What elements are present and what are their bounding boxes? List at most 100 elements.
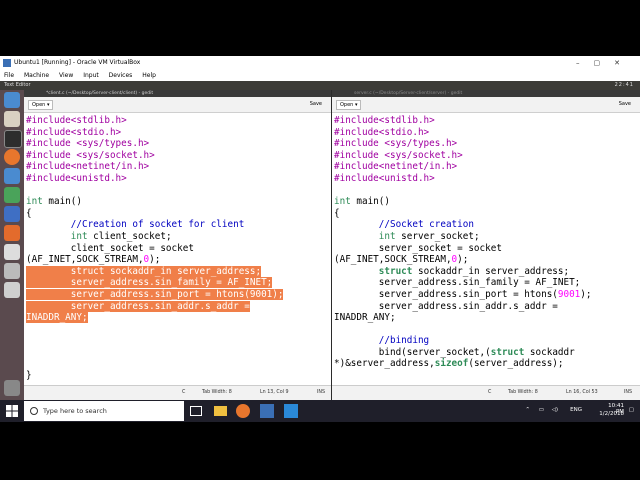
menu-file[interactable]: File (4, 72, 14, 79)
menu-help[interactable]: Help (142, 72, 156, 79)
search-icon (30, 407, 38, 415)
unity-app-title: Text Editor (4, 82, 31, 88)
unity-top-panel: Text Editor 22:41 (0, 81, 640, 90)
left-save-button[interactable]: Save (307, 100, 325, 108)
right-code-line (332, 324, 640, 336)
right-code-line: { (334, 207, 340, 219)
unity-launcher (0, 90, 24, 400)
right-code-line: //binding (378, 335, 430, 347)
left-code-line: #include<netinet/in.h> (26, 161, 150, 173)
trash-icon[interactable] (4, 380, 20, 396)
menu-machine[interactable]: Machine (24, 72, 49, 79)
right-code-line: #include <sys/types.h> (334, 138, 458, 150)
right-code-line: #include<unistd.h> (334, 172, 435, 184)
virtualbox-window: Ubuntu1 [Running] - Oracle VM VirtualBox… (0, 56, 640, 400)
search-placeholder: Type here to search (43, 407, 107, 415)
left-code-line: int client_socket; (70, 230, 172, 242)
right-code-line: bind(server_socket,(struct sockaddr (334, 346, 575, 358)
right-code-area[interactable]: #include<stdlib.h> #include<stdio.h> #incl… (332, 115, 640, 386)
right-code-line: int server_socket; (378, 230, 480, 242)
right-gedit-window: server.c (~/Desktop/Server-client/server… (332, 90, 640, 400)
firefox-icon[interactable] (4, 149, 20, 165)
left-code-line: (AF_INET,SOCK_STREAM,0); (26, 254, 161, 266)
virtualbox-icon (3, 59, 11, 67)
tray-language[interactable]: ENG (570, 407, 582, 413)
settings-icon[interactable] (4, 263, 20, 279)
left-code-line: #include <sys/types.h> (26, 138, 150, 150)
right-status-pos[interactable]: Ln 16, Col 53 (566, 386, 598, 400)
left-code-line: struct sockaddr_in server_address; (26, 265, 262, 277)
left-status-mode: INS (317, 390, 326, 395)
tray-chevron-icon[interactable]: ⌃ (525, 407, 530, 413)
notification-icon[interactable]: ▢ (629, 407, 634, 413)
left-code-line: #include<stdio.h> (26, 126, 122, 138)
left-status-lang[interactable]: C (182, 386, 185, 400)
right-code-line (332, 185, 640, 197)
right-code-line: #include<stdio.h> (334, 126, 430, 138)
terminal-icon[interactable] (4, 130, 22, 148)
right-status-bar: C Tab Width: 8 Ln 16, Col 53 INS (332, 385, 640, 400)
left-code-area[interactable]: #include<stdlib.h> #include<stdio.h> #incl… (24, 115, 331, 386)
tray-date[interactable]: 1/2/2018 (599, 411, 624, 417)
libreoffice-calc-icon[interactable] (4, 187, 20, 203)
left-code-line: #include<stdlib.h> (26, 115, 127, 126)
menu-devices[interactable]: Devices (109, 72, 133, 79)
volume-icon[interactable]: ◁) (552, 407, 558, 413)
right-code-line: INADDR_ANY; (334, 312, 396, 324)
vbox-titlebar: Ubuntu1 [Running] - Oracle VM VirtualBox… (0, 56, 640, 71)
video-letterbox-bottom (0, 422, 640, 480)
right-status-lang[interactable]: C (488, 386, 491, 400)
right-code-line: //Socket creation (378, 219, 474, 231)
text-editor-icon[interactable] (4, 111, 20, 127)
right-open-label: Open (340, 102, 354, 108)
virtualbox-taskbar-icon[interactable] (260, 404, 274, 418)
left-code-line: INADDR_ANY; (26, 312, 88, 324)
right-editor-toolbar: Open ▾ Save (332, 97, 640, 113)
gedit-active-icon[interactable] (4, 282, 20, 298)
right-editor-title: server.c (~/Desktop/Server-client/server… (332, 90, 640, 97)
right-save-button[interactable]: Save (616, 100, 634, 108)
left-editor-title: *client.c (~/Desktop/Server-client/clien… (24, 90, 331, 97)
network-icon[interactable]: ▭ (539, 407, 544, 413)
windows-start-icon[interactable] (6, 405, 18, 417)
menu-input[interactable]: Input (83, 72, 99, 79)
left-status-pos[interactable]: Ln 13, Col 9 (260, 386, 289, 400)
dash-icon[interactable] (4, 92, 20, 108)
right-code-line: int main() (334, 196, 390, 208)
right-code-line: *)&server_address,sizeof(server_address)… (334, 358, 564, 370)
left-code-line: #include <sys/socket.h> (26, 149, 155, 161)
firefox-taskbar-icon[interactable] (236, 404, 250, 418)
left-status-tab[interactable]: Tab Width: 8 (202, 386, 232, 400)
menu-view[interactable]: View (59, 72, 73, 79)
right-code-line: struct sockaddr_in server_address; (378, 265, 570, 277)
left-code-line (24, 358, 331, 370)
left-code-line (24, 335, 331, 347)
right-code-line: #include<netinet/in.h> (334, 161, 458, 173)
left-code-line: //Creation of socket for client (70, 219, 245, 231)
right-status-mode: INS (624, 390, 633, 395)
left-code-line: { (26, 207, 32, 219)
libreoffice-writer-icon[interactable] (4, 206, 20, 222)
left-open-button[interactable]: Open ▾ (28, 100, 54, 110)
left-gedit-window: *client.c (~/Desktop/Server-client/clien… (24, 90, 331, 400)
left-code-line: server_address.sin_addr.s_addr = (26, 300, 250, 312)
left-editor-toolbar: Open ▾ Save (24, 97, 331, 113)
task-view-icon[interactable] (190, 406, 202, 416)
ubuntu-desktop: Text Editor 22:41 *client.c (~/Desktop/S… (0, 81, 640, 400)
left-code-line: server_address.sin_family = AF_INET; (26, 277, 273, 289)
software-center-icon[interactable] (4, 225, 20, 241)
files-icon[interactable] (4, 168, 20, 184)
left-open-label: Open (32, 102, 46, 108)
left-code-line: server_address.sin_port = htons(9001); (26, 288, 284, 300)
vbox-window-title: Ubuntu1 [Running] - Oracle VM VirtualBox (14, 59, 141, 66)
taskbar-search-box[interactable]: Type here to search (24, 401, 184, 421)
vbox-vm-taskbar-icon[interactable] (284, 404, 298, 418)
right-status-tab[interactable]: Tab Width: 8 (508, 386, 538, 400)
file-explorer-icon[interactable] (214, 406, 227, 416)
amazon-icon[interactable] (4, 244, 20, 260)
left-code-line: int main() (26, 196, 82, 208)
vbox-menubar: File Machine View Input Devices Help (0, 70, 640, 81)
window-controls[interactable]: –▢✕ (576, 56, 634, 70)
right-open-button[interactable]: Open ▾ (336, 100, 362, 110)
left-code-line: #include<unistd.h> (26, 172, 127, 184)
